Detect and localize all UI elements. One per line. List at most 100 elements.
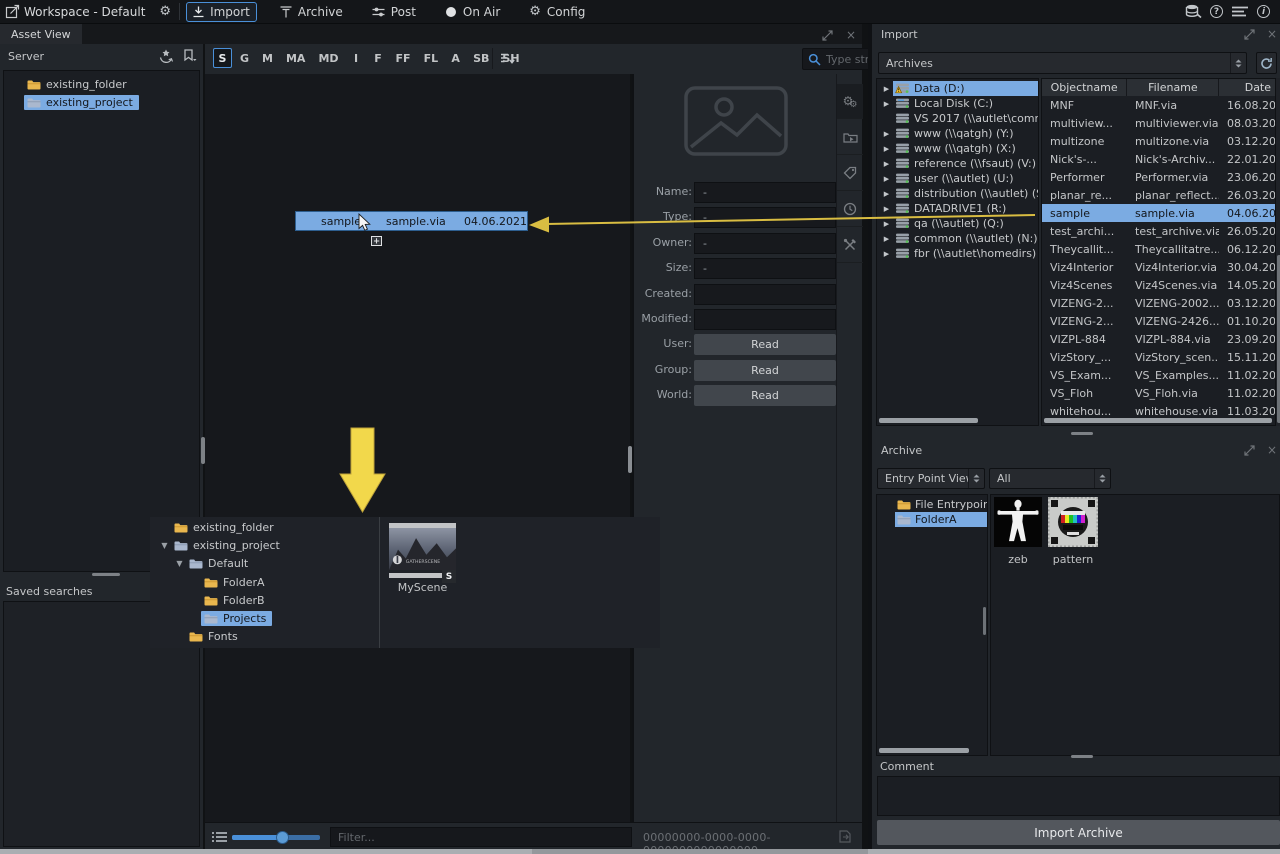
drop-tree-item[interactable]: ▼existing_project bbox=[150, 536, 379, 554]
archives-select[interactable]: Archives bbox=[878, 52, 1247, 74]
drive-tree-item[interactable]: ▶common (\\autlet) (N:) bbox=[877, 231, 1038, 246]
server-tree-item[interactable]: existing_project bbox=[4, 93, 199, 111]
chevron-right-icon[interactable]: ▶ bbox=[880, 100, 893, 108]
chevron-down-icon[interactable]: ▼ bbox=[173, 559, 186, 568]
refresh-icon[interactable] bbox=[1256, 52, 1277, 74]
chevron-right-icon[interactable]: ▶ bbox=[880, 85, 893, 93]
archive-table-row[interactable]: multiview...multiviewer.via08.03.2021 0 bbox=[1042, 114, 1275, 132]
archive-table-row[interactable]: multizonemultizone.via03.12.2018 1 bbox=[1042, 132, 1275, 150]
drive-tree-item[interactable]: ▶user (\\autlet) (U:) bbox=[877, 171, 1038, 186]
archive-table-row[interactable]: Nick's-...Nick's-Archiv...22.01.2021 1 bbox=[1042, 150, 1275, 168]
sort-icon[interactable] bbox=[500, 52, 516, 65]
drop-tree-item[interactable]: existing_folder bbox=[150, 518, 379, 536]
import-archive-button[interactable]: Import Archive bbox=[877, 820, 1280, 845]
chevron-right-icon[interactable]: ▶ bbox=[880, 190, 893, 198]
chevron-right-icon[interactable]: ▶ bbox=[880, 145, 893, 153]
drive-tree-item[interactable]: ▶Data (D:) bbox=[877, 81, 1038, 96]
help-icon[interactable]: ? bbox=[1210, 5, 1223, 18]
archive-expand-icon[interactable] bbox=[1242, 443, 1256, 457]
chevron-right-icon[interactable]: ▶ bbox=[880, 250, 893, 258]
thumbnail-size-slider-thumb[interactable] bbox=[276, 831, 289, 844]
entry-point-view-select[interactable]: Entry Point View bbox=[877, 468, 985, 489]
filter-button-m[interactable]: M bbox=[257, 48, 278, 68]
menu-archive[interactable]: Archive bbox=[274, 2, 349, 22]
archive-close-icon[interactable]: × bbox=[1265, 443, 1279, 457]
filter-input[interactable] bbox=[330, 827, 632, 847]
left-splitter-handle[interactable] bbox=[92, 573, 120, 576]
tag-icon[interactable] bbox=[837, 156, 863, 191]
drive-tree-item[interactable]: ▶www (\\qatgh) (Y:) bbox=[877, 126, 1038, 141]
info-icon[interactable]: i bbox=[1257, 5, 1270, 18]
archive-table-row[interactable]: VS_Exam...VS_Examples....11.02.2021 1 bbox=[1042, 366, 1275, 384]
drive-tree-item[interactable]: ▶reference (\\fsaut) (V:) bbox=[877, 156, 1038, 171]
thumbnail-zeb[interactable]: zeb bbox=[994, 497, 1042, 566]
entrypoint-tree-item[interactable]: File Entrypoint bbox=[877, 497, 987, 512]
right-splitter-handle[interactable] bbox=[1071, 432, 1093, 435]
archive-table-row[interactable]: samplesample.via04.06.2021 1 bbox=[1042, 204, 1275, 222]
server-tree-item[interactable]: existing_folder bbox=[4, 75, 199, 93]
drive-tree-item[interactable]: ▶DATADRIVE1 (R:) bbox=[877, 201, 1038, 216]
drop-tree-item[interactable]: FolderB bbox=[150, 591, 379, 609]
archive-table-row[interactable]: test_archi...test_archive.via26.05.2021 … bbox=[1042, 222, 1275, 240]
archive-table-row[interactable]: Theycallit...Theycallitatre...06.12.2018… bbox=[1042, 240, 1275, 258]
filter-button-i[interactable]: I bbox=[347, 48, 366, 68]
workspace-label[interactable]: Workspace - Default bbox=[24, 5, 145, 19]
chevron-right-icon[interactable]: ▶ bbox=[880, 175, 893, 183]
gears-icon[interactable]: ⚙⚙ bbox=[837, 84, 863, 119]
assetview-close-icon[interactable]: × bbox=[844, 28, 858, 42]
menu-on-air[interactable]: On Air bbox=[439, 2, 506, 22]
drive-tree-item[interactable]: ▶fbr (\\autlet\homedirs) ( bbox=[877, 246, 1038, 261]
column-header-filename[interactable]: Filename bbox=[1127, 79, 1218, 96]
filter-button-md[interactable]: MD bbox=[313, 48, 343, 68]
drive-tree-item[interactable]: ▶distribution (\\autlet) (S: bbox=[877, 186, 1038, 201]
clock-icon[interactable] bbox=[837, 192, 863, 227]
chevron-right-icon[interactable]: ▶ bbox=[880, 160, 893, 168]
drive-tree-item[interactable]: ▶qa (\\autlet) (Q:) bbox=[877, 216, 1038, 231]
chevron-right-icon[interactable]: ▶ bbox=[880, 130, 893, 138]
filter-button-ff[interactable]: FF bbox=[391, 48, 416, 68]
archive-table-row[interactable]: VS_FlohVS_Floh.via11.02.2021 1 bbox=[1042, 384, 1275, 402]
column-header-date[interactable]: Date bbox=[1219, 79, 1275, 96]
scene-thumbnail[interactable]: GATHERSCENE S MyScene bbox=[389, 523, 456, 594]
filter-button-g[interactable]: G bbox=[235, 48, 254, 68]
entrypoint-tree-item[interactable]: FolderA bbox=[877, 512, 987, 527]
permission-button[interactable]: Read bbox=[694, 385, 836, 406]
drive-tree-item[interactable]: VS 2017 (\\autlet\comm bbox=[877, 111, 1038, 126]
menu-list-icon[interactable] bbox=[1232, 6, 1248, 17]
settings-gear-icon[interactable]: ⚙ bbox=[159, 5, 171, 18]
permission-button[interactable]: Read bbox=[694, 360, 836, 381]
column-header-objectname[interactable]: Objectname bbox=[1042, 79, 1126, 96]
list-view-icon[interactable] bbox=[212, 831, 227, 843]
bookmark-icon[interactable] bbox=[183, 49, 197, 63]
archive-table-row[interactable]: VIZENG-2...VIZENG-2002...03.12.2018 1 bbox=[1042, 294, 1275, 312]
archive-table-row[interactable]: MNFMNF.via16.08.2016 1 bbox=[1042, 96, 1275, 114]
refresh-star-icon[interactable] bbox=[158, 49, 174, 63]
drive-tree-item[interactable]: ▶Local Disk (C:) bbox=[877, 96, 1038, 111]
filter-button-a[interactable]: A bbox=[446, 48, 465, 68]
entry-filter-select[interactable]: All bbox=[989, 468, 1111, 489]
drop-tree-item[interactable]: Projects bbox=[150, 609, 379, 627]
comment-splitter-handle[interactable] bbox=[1071, 755, 1093, 758]
uuid-copy-icon[interactable] bbox=[838, 830, 852, 843]
filter-button-fl[interactable]: FL bbox=[419, 48, 444, 68]
menu-config[interactable]: ⚙Config bbox=[523, 2, 591, 22]
archive-table-row[interactable]: planar_re...planar_reflect...26.03.2020 … bbox=[1042, 186, 1275, 204]
archive-table-row[interactable]: Viz4ScenesViz4Scenes.via14.05.2021 1 bbox=[1042, 276, 1275, 294]
entrypoint-hscrollbar[interactable] bbox=[879, 748, 969, 753]
tools-icon[interactable] bbox=[837, 228, 863, 263]
menu-import[interactable]: Import bbox=[186, 2, 257, 22]
archive-table-row[interactable]: VIZENG-2...VIZENG-2426...01.10.2020 0 bbox=[1042, 312, 1275, 330]
permission-button[interactable]: Read bbox=[694, 334, 836, 355]
drop-tree-item[interactable]: FolderA bbox=[150, 573, 379, 591]
entrypoint-vscrollbar[interactable] bbox=[983, 607, 986, 635]
assetview-expand-icon[interactable] bbox=[820, 28, 834, 42]
filter-button-ma[interactable]: MA bbox=[281, 48, 310, 68]
drop-tree-item[interactable]: ▼Default bbox=[150, 555, 379, 573]
import-expand-icon[interactable] bbox=[1242, 27, 1256, 41]
open-folder-icon[interactable] bbox=[837, 120, 863, 155]
drop-tree-item[interactable]: Fonts bbox=[150, 628, 379, 646]
tab-asset-view[interactable]: Asset View bbox=[0, 24, 82, 44]
filter-button-sb[interactable]: SB bbox=[468, 48, 494, 68]
dragged-asset-row[interactable]: sample sample.via 04.06.2021 1 bbox=[295, 211, 528, 231]
database-icon[interactable] bbox=[1185, 4, 1202, 19]
